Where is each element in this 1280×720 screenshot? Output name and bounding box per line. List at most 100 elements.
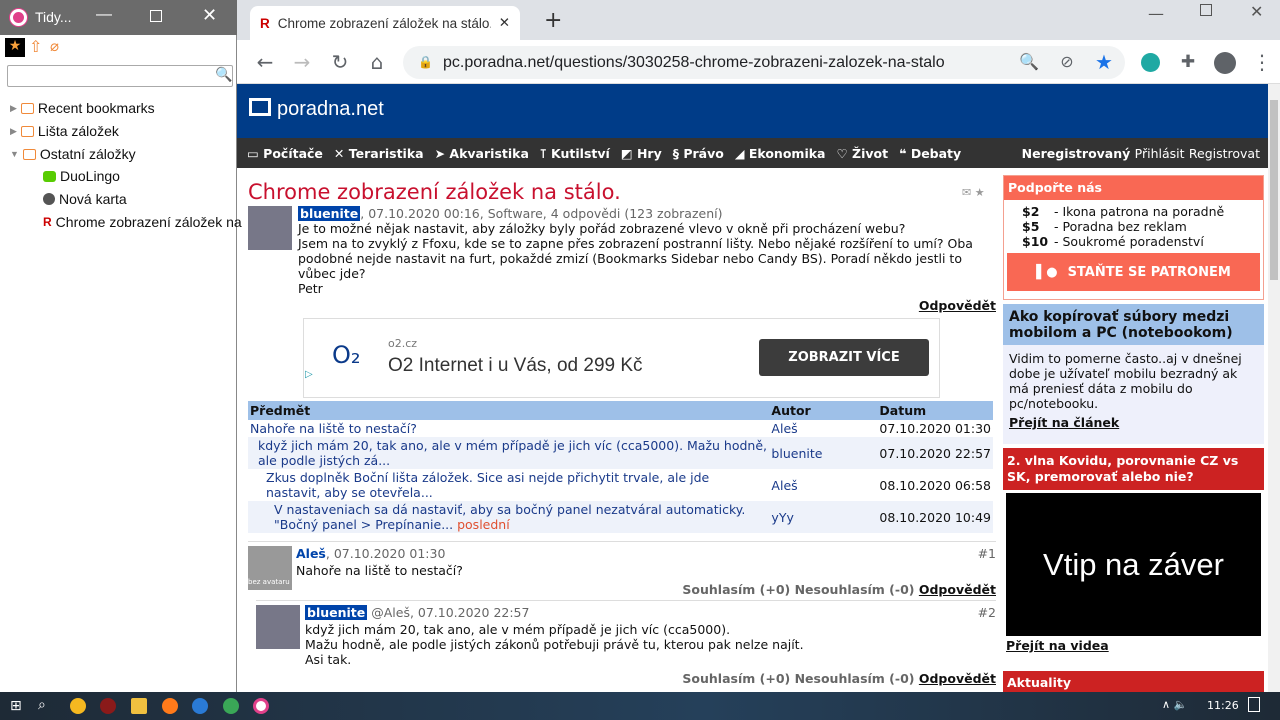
bookmark-search-input[interactable]	[7, 65, 233, 87]
app-icon[interactable]	[100, 698, 116, 714]
url-text: pc.poradna.net/questions/3030258-chrome-…	[443, 53, 945, 71]
tidy-taskbar-icon[interactable]	[253, 698, 269, 714]
zoom-icon[interactable]: 🔍	[1017, 50, 1041, 74]
close-tab-icon[interactable]: ✕	[499, 15, 510, 31]
answer-number[interactable]: #1	[978, 546, 996, 561]
extensions-puzzle-icon[interactable]: ✚	[1176, 50, 1200, 74]
date: 07.10.2020 22:57	[877, 437, 993, 469]
computer-logo-icon	[249, 98, 271, 116]
answer-number[interactable]: #2	[978, 605, 996, 620]
video-thumbnail[interactable]: Vtip na záver	[1006, 493, 1261, 636]
close-button[interactable]: ✕	[1250, 2, 1263, 21]
thread-link[interactable]: když jich mám 20, tak ano, ale v mém pří…	[258, 438, 767, 468]
star-icon[interactable]: ★	[5, 38, 25, 57]
author-link[interactable]: Aleš	[771, 478, 797, 493]
nav-teraristika[interactable]: ✕ Teraristika	[334, 146, 424, 161]
tray-icons[interactable]: ∧ 🔈	[1162, 698, 1187, 711]
clock[interactable]: 11:26	[1207, 699, 1239, 712]
maximize-button[interactable]	[1200, 4, 1212, 16]
tree-folder-lista[interactable]: ▶ Lišta záložek	[10, 123, 119, 139]
login-link[interactable]: Přihlásit	[1135, 146, 1185, 161]
nav-kutilstvi[interactable]: ⊺ Kutilství	[540, 146, 610, 161]
agree-button[interactable]: Souhlasím (+0)	[682, 671, 790, 686]
home-icon[interactable]: ⌂	[365, 50, 389, 74]
article-link[interactable]: Přejít na článek	[1003, 411, 1264, 434]
nav-akvaristika[interactable]: ➤ Akvaristika	[435, 146, 529, 161]
register-link[interactable]: Registrovat	[1189, 146, 1260, 161]
user-status: Neregistrovaný	[1021, 145, 1131, 161]
disagree-button[interactable]: Nesouhlasím (-0)	[795, 582, 915, 597]
nav-pocitace[interactable]: ▭ Počítače	[247, 146, 323, 161]
new-tab-button[interactable]: +	[544, 8, 562, 33]
tag-icon[interactable]: ⌀	[50, 37, 59, 55]
col-date: Datum	[877, 401, 993, 420]
back-icon[interactable]: ←	[253, 50, 277, 74]
ad-banner[interactable]: O₂ o2.cz O2 Internet i u Vás, od 299 Kč …	[303, 318, 940, 398]
reply-link[interactable]: Odpovědět	[248, 298, 996, 313]
extension-icon[interactable]	[1141, 53, 1160, 72]
mail-icon[interactable]: ✉ ★	[962, 186, 985, 199]
nav-debaty[interactable]: ❝ Debaty	[899, 146, 961, 161]
thread-link[interactable]: Nahoře na liště to nestačí?	[250, 421, 417, 436]
maximize-button[interactable]	[150, 10, 162, 22]
forward-icon[interactable]: →	[290, 50, 314, 74]
duolingo-icon	[43, 170, 56, 182]
bookmark-duolingo[interactable]: DuoLingo	[43, 168, 120, 184]
tree-folder-recent[interactable]: ▶ Recent bookmarks	[10, 100, 155, 116]
minimize-button[interactable]: —	[1148, 4, 1164, 23]
site-logo[interactable]: poradna.net	[277, 98, 384, 121]
avatar[interactable]	[248, 206, 292, 250]
nav-hry[interactable]: ◩ Hry	[621, 146, 662, 161]
search-icon[interactable]: ⌕	[38, 697, 46, 713]
date: 07.10.2020 01:30	[879, 421, 991, 436]
chrome-icon[interactable]	[223, 698, 239, 714]
reply-link[interactable]: Odpovědět	[919, 671, 996, 686]
reload-icon[interactable]: ↻	[328, 50, 352, 74]
bookmark-chrome-zobrazeni[interactable]: R Chrome zobrazení záložek na	[43, 214, 242, 230]
eye-off-icon[interactable]: ⊘	[1055, 50, 1079, 74]
tree-label: Nová karta	[59, 191, 127, 207]
nav-pravo[interactable]: § Právo	[673, 146, 724, 161]
poradna-favicon: R	[43, 215, 52, 229]
main-content: Chrome zobrazení záložek na stálo. ✉ ★ b…	[248, 168, 996, 690]
bookmark-nova-karta[interactable]: Nová karta	[43, 191, 127, 207]
app-icon[interactable]	[70, 698, 86, 714]
notification-icon[interactable]	[1248, 697, 1260, 712]
patron-button[interactable]: ▌● STAŇTE SE PATRONEM	[1007, 253, 1260, 291]
nav-zivot[interactable]: ♡ Život	[836, 146, 888, 161]
disagree-button[interactable]: Nesouhlasím (-0)	[795, 671, 915, 686]
thread-link[interactable]: Zkus doplněk Boční lišta záložek. Sice a…	[266, 470, 709, 500]
browser-tab[interactable]: R Chrome zobrazení záložek na stálo. ✕	[250, 6, 520, 40]
answer-2: bluenite @Aleš, 07.10.2020 22:57 #2 když …	[256, 600, 996, 690]
nav-ekonomika[interactable]: ◢ Ekonomika	[735, 146, 826, 161]
author-link[interactable]: bluenite	[771, 446, 822, 461]
minimize-button[interactable]: —	[96, 6, 112, 24]
file-explorer-icon[interactable]	[131, 698, 147, 714]
author-link[interactable]: bluenite	[305, 605, 368, 620]
author-link[interactable]: bluenite	[298, 206, 361, 221]
app-icon[interactable]	[192, 698, 208, 714]
tree-folder-ostatni[interactable]: ▼ Ostatní záložky	[10, 146, 136, 162]
menu-icon[interactable]: ⋮	[1250, 50, 1274, 74]
video-link[interactable]: Přejít na videa	[1003, 636, 1264, 655]
reply-link[interactable]: Odpovědět	[919, 582, 996, 597]
adchoices-icon[interactable]: ▷	[305, 369, 313, 380]
bookmark-star-icon[interactable]: ★	[1092, 50, 1116, 74]
author-link[interactable]: Aleš	[296, 546, 326, 561]
firefox-icon[interactable]	[162, 698, 178, 714]
lock-icon[interactable]: 🔒	[418, 55, 433, 69]
table-row: Nahoře na liště to nestačí? Aleš 07.10.202…	[248, 420, 993, 437]
profile-avatar[interactable]	[1214, 52, 1236, 74]
author-link[interactable]: Aleš	[771, 421, 797, 436]
tidy-title-bar: Tidy... — ✕	[0, 0, 237, 35]
windows-start-icon[interactable]: ⊞	[10, 698, 22, 714]
avatar[interactable]: bez avataru	[248, 546, 292, 590]
arrow-up-icon[interactable]: ⇧	[29, 37, 42, 56]
question-signature: Petr	[298, 281, 323, 296]
avatar[interactable]	[256, 605, 300, 649]
ad-button[interactable]: ZOBRAZIT VÍCE	[759, 339, 929, 376]
close-button[interactable]: ✕	[202, 5, 217, 26]
agree-button[interactable]: Souhlasím (+0)	[682, 582, 790, 597]
author-link[interactable]: yYy	[771, 510, 793, 525]
page-scrollbar[interactable]	[1268, 84, 1280, 692]
